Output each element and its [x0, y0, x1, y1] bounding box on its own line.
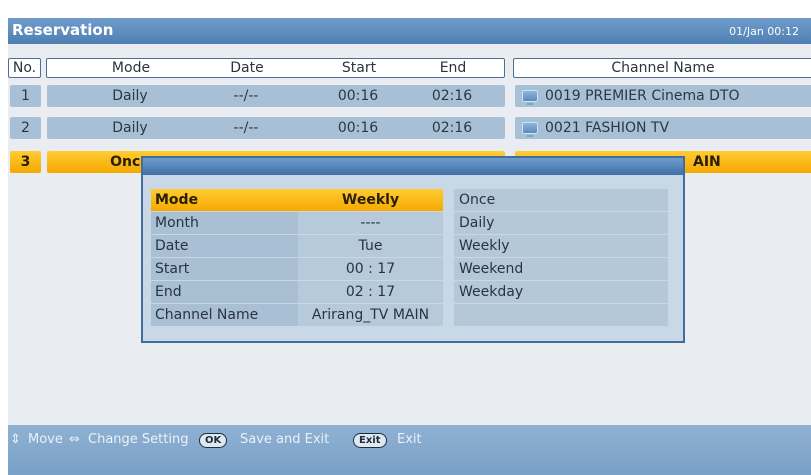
- field-label: Month: [151, 212, 298, 234]
- field-start[interactable]: Start 00 : 17: [151, 258, 443, 280]
- up-down-arrow-icon: ⇕: [10, 432, 21, 447]
- row-number: 2: [10, 117, 41, 139]
- help-save-exit: Save and Exit: [240, 432, 330, 447]
- row-channel-name: 0019 PREMIER Cinema DTO: [545, 88, 740, 104]
- field-label: Channel Name: [151, 304, 298, 326]
- field-value: Arirang_TV MAIN: [298, 304, 443, 326]
- mode-option-weekly[interactable]: Weekly: [454, 235, 668, 257]
- row-date: --/--: [233, 120, 259, 136]
- field-value: ----: [298, 212, 443, 234]
- help-change-setting: Change Setting: [88, 432, 189, 447]
- mode-option-empty: [454, 304, 668, 326]
- edit-reservation-dialog: Mode Weekly Month ---- Date Tue Start 00…: [141, 156, 685, 343]
- row-start: 00:16: [337, 88, 379, 104]
- help-move: Move: [28, 432, 63, 447]
- clock: 01/Jan 00:12: [729, 25, 799, 38]
- dialog-title-bar: [143, 158, 683, 175]
- mode-option-weekend[interactable]: Weekend: [454, 258, 668, 280]
- left-right-arrow-icon: ⇔: [69, 432, 80, 447]
- help-exit: Exit: [397, 432, 422, 447]
- field-value: Weekly: [298, 189, 443, 211]
- row-mode: Daily: [112, 88, 148, 104]
- row-number: 1: [10, 85, 41, 107]
- mode-option-once[interactable]: Once: [454, 189, 668, 211]
- column-header-no: No.: [8, 58, 41, 78]
- column-mode-label: Mode: [111, 60, 151, 76]
- field-label: Mode: [151, 189, 298, 211]
- title-bar: Reservation 01/Jan 00:12: [8, 18, 811, 44]
- help-bar: ⇕ Move ⇔ Change Setting OK Save and Exit…: [8, 425, 811, 475]
- row-end: 02:16: [431, 88, 473, 104]
- column-header-schedule: Mode Date Start End: [46, 58, 505, 78]
- column-start-label: Start: [341, 60, 377, 76]
- tv-icon: [522, 90, 538, 105]
- row-channel: 0019 PREMIER Cinema DTO: [515, 85, 811, 107]
- field-label: End: [151, 281, 298, 303]
- mode-option-weekday[interactable]: Weekday: [454, 281, 668, 303]
- field-label: Start: [151, 258, 298, 280]
- row-end: 02:16: [431, 120, 473, 136]
- reservation-row[interactable]: 1 Daily --/-- 00:16 02:16 0019 PREMIER C…: [10, 85, 811, 107]
- field-month[interactable]: Month ----: [151, 212, 443, 234]
- mode-option-daily[interactable]: Daily: [454, 212, 668, 234]
- field-value: 00 : 17: [298, 258, 443, 280]
- field-value: Tue: [298, 235, 443, 257]
- row-channel-name: AIN: [693, 154, 721, 170]
- row-number: 3: [10, 151, 41, 173]
- field-label: Date: [151, 235, 298, 257]
- exit-key-icon: Exit: [353, 433, 387, 448]
- ok-key-icon: OK: [199, 433, 228, 448]
- page-title: Reservation: [12, 21, 114, 39]
- column-header-channel: Channel Name: [513, 58, 811, 78]
- column-channel-label: Channel Name: [611, 60, 715, 76]
- column-no-label: No.: [12, 60, 37, 76]
- column-date-label: Date: [230, 60, 264, 76]
- field-value: 02 : 17: [298, 281, 443, 303]
- reservation-row[interactable]: 2 Daily --/-- 00:16 02:16 0021 FASHION T…: [10, 117, 811, 139]
- row-mode: Daily: [112, 120, 148, 136]
- field-date[interactable]: Date Tue: [151, 235, 443, 257]
- row-channel-name: 0021 FASHION TV: [545, 120, 670, 136]
- row-channel: 0021 FASHION TV: [515, 117, 811, 139]
- row-schedule: Daily --/-- 00:16 02:16: [47, 85, 505, 107]
- row-date: --/--: [233, 88, 259, 104]
- row-start: 00:16: [337, 120, 379, 136]
- field-end[interactable]: End 02 : 17: [151, 281, 443, 303]
- row-schedule: Daily --/-- 00:16 02:16: [47, 117, 505, 139]
- field-channel-name[interactable]: Channel Name Arirang_TV MAIN: [151, 304, 443, 326]
- field-mode[interactable]: Mode Weekly: [151, 189, 443, 211]
- column-end-label: End: [439, 60, 467, 76]
- tv-icon: [522, 122, 538, 137]
- reservation-screen: Reservation 01/Jan 00:12 No. Mode Date S…: [8, 18, 811, 475]
